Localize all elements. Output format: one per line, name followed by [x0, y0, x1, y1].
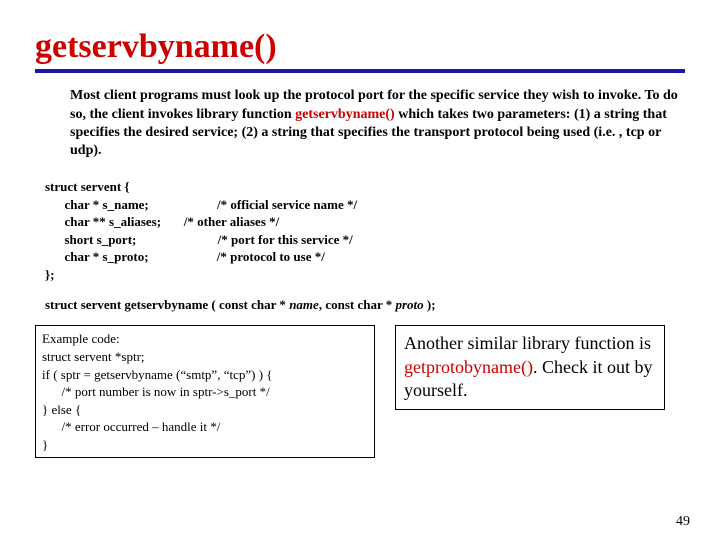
prototype-end: ); [427, 297, 436, 312]
prototype-lead: struct servent getservbyname ( const cha… [45, 297, 289, 312]
example-code-box: Example code: struct servent *sptr; if (… [35, 325, 375, 458]
note-function-name: getprotobyname() [404, 357, 533, 377]
note-prefix: Another similar library function is [404, 333, 651, 353]
function-prototype: struct servent getservbyname ( const cha… [45, 297, 685, 313]
title-underline [35, 69, 685, 73]
prototype-mid: , const char * [319, 297, 396, 312]
prototype-arg-proto: proto [396, 297, 427, 312]
bottom-row: Example code: struct servent *sptr; if (… [35, 325, 685, 458]
note-box: Another similar library function is getp… [395, 325, 665, 409]
page-number: 49 [676, 514, 690, 530]
slide-title: getservbyname() [35, 28, 685, 65]
prototype-arg-name: name [289, 297, 319, 312]
intro-function-name: getservbyname() [295, 107, 395, 122]
slide: getservbyname() Most client programs mus… [0, 0, 720, 458]
intro-paragraph: Most client programs must look up the pr… [70, 87, 685, 160]
struct-definition: struct servent { char * s_name; /* offic… [45, 178, 685, 283]
